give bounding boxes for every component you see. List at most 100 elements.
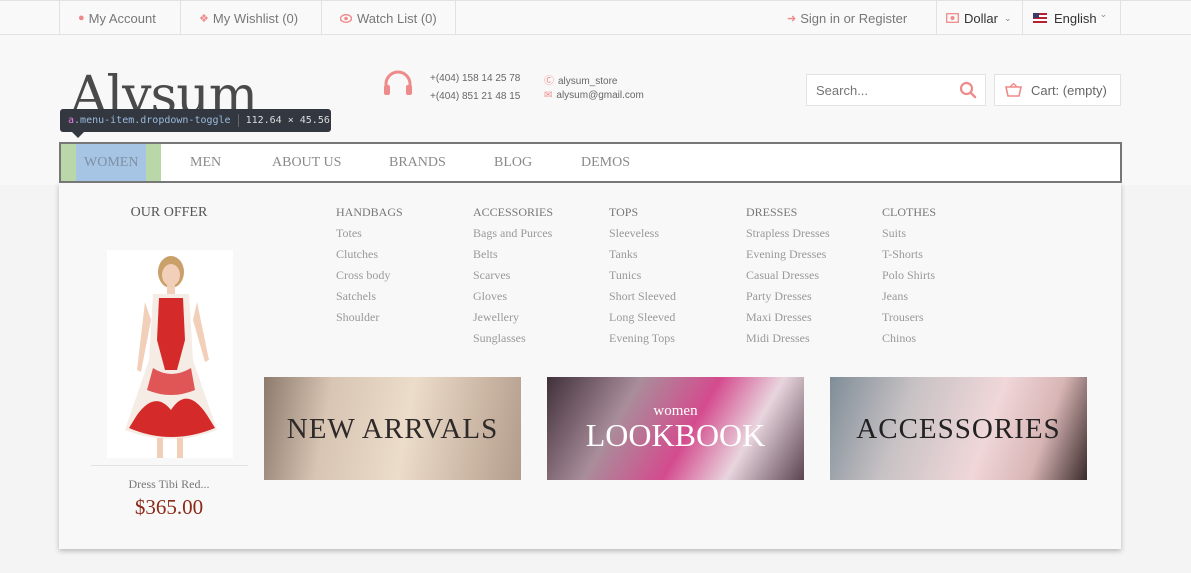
cart-button[interactable]: Cart: (empty) [994, 74, 1121, 106]
offer-title: OUR OFFER [130, 205, 208, 220]
menu-column-handbags: HANDBAGS Totes Clutches Cross body Satch… [336, 205, 403, 331]
wishlist-label: My Wishlist (0) [212, 10, 299, 26]
product-price: $365.00 [134, 495, 204, 519]
sign-in-label: Sign in or Register [800, 10, 908, 26]
menu-link[interactable]: Sleeveless [609, 226, 676, 247]
wishlist-link[interactable]: ❖ My Wishlist (0) [180, 1, 321, 35]
menu-link[interactable]: Short Sleeved [609, 289, 676, 310]
menu-link[interactable]: Strapless Dresses [746, 226, 830, 247]
currency-selector[interactable]: Dollar ⌄ [936, 1, 1022, 35]
chevron-down-icon: ⌄ [1003, 12, 1012, 23]
menu-item-label: WOMEN [84, 154, 139, 170]
column-title[interactable]: CLOTHES [882, 205, 936, 220]
skype-icon: Ⓒ [544, 76, 554, 87]
search-icon[interactable] [959, 81, 977, 99]
search-box [806, 74, 986, 106]
gift-icon: ❖ [199, 12, 209, 25]
menu-link[interactable]: Gloves [473, 289, 553, 310]
menu-link[interactable]: Satchels [336, 289, 403, 310]
chevron-down-icon: ⌄ [1099, 8, 1108, 19]
menu-link[interactable]: Belts [473, 247, 553, 268]
search-input[interactable] [807, 75, 947, 105]
menu-link[interactable]: Party Dresses [746, 289, 830, 310]
my-account-link[interactable]: ● My Account [59, 1, 180, 35]
banner-title: Accessories [856, 413, 1061, 445]
banner-new-arrivals[interactable]: New arrvals [264, 377, 521, 480]
headset-icon [384, 70, 412, 95]
main-menu: WOMEN MEN ABOUT US BRANDS BLOG DEMOS [59, 142, 1122, 183]
menu-link[interactable]: T-Shorts [882, 247, 936, 268]
user-icon: ● [78, 12, 85, 24]
watch-list-label: Watch List (0) [357, 10, 437, 26]
currency-label: Dollar [964, 10, 998, 26]
menu-item-about-us[interactable]: ABOUT US [272, 144, 341, 181]
sign-in-link[interactable]: ➜ Sign in or Register [787, 1, 907, 35]
mega-menu-dropdown: OUR OFFER Dress Tibi Red... $365.00 HAND… [59, 183, 1121, 549]
menu-column-clothes: CLOTHES Suits T-Shorts Polo Shirts Jeans… [882, 205, 936, 352]
top-bar: ● My Account ❖ My Wishlist (0) Watch Lis… [0, 0, 1191, 35]
column-title[interactable]: ACCESSORIES [473, 205, 553, 220]
banner-accessories[interactable]: Accessories [830, 377, 1087, 480]
menu-link[interactable]: Casual Dresses [746, 268, 830, 289]
menu-item-brands[interactable]: BRANDS [389, 144, 446, 181]
menu-link[interactable]: Maxi Dresses [746, 310, 830, 331]
tooltip-class: .menu-item.dropdown-toggle [74, 115, 231, 126]
money-icon [946, 13, 959, 23]
menu-link[interactable]: Bags and Purces [473, 226, 553, 247]
menu-link[interactable]: Tunics [609, 268, 676, 289]
menu-link[interactable]: Suits [882, 226, 936, 247]
basket-icon [1005, 83, 1022, 97]
banner-title: New arrvals [286, 413, 499, 445]
email-label: alysum@gmail.com [556, 90, 644, 101]
language-label: English [1054, 10, 1097, 26]
banner-title: Lookbook [585, 417, 766, 453]
menu-link[interactable]: Evening Dresses [746, 247, 830, 268]
phone-2: +(404) 851 21 48 15 [430, 91, 521, 102]
tooltip-size: 112.64 × 45.56 [245, 115, 330, 126]
menu-link[interactable]: Shoulder [336, 310, 403, 331]
product-image[interactable] [107, 250, 233, 458]
menu-column-dresses: DRESSES Strapless Dresses Evening Dresse… [746, 205, 830, 352]
menu-item-men[interactable]: MEN [190, 144, 221, 181]
menu-link[interactable]: Evening Tops [609, 331, 676, 352]
language-selector[interactable]: English ⌄ [1022, 1, 1121, 35]
menu-item-demos[interactable]: DEMOS [581, 144, 630, 181]
logo[interactable]: Alysum [70, 70, 257, 112]
menu-link[interactable]: Midi Dresses [746, 331, 830, 352]
menu-column-accessories: ACCESSORIES Bags and Purces Belts Scarve… [473, 205, 553, 352]
my-account-label: My Account [88, 10, 156, 26]
menu-link[interactable]: Long Sleeved [609, 310, 676, 331]
product-name[interactable]: Dress Tibi Red... [59, 477, 279, 492]
cart-label: Cart: (empty) [1031, 82, 1107, 98]
menu-link[interactable]: Sunglasses [473, 331, 553, 352]
sign-in-icon: ➜ [787, 12, 797, 25]
menu-column-tops: TOPS Sleeveless Tanks Tunics Short Sleev… [609, 205, 676, 352]
menu-link[interactable]: Polo Shirts [882, 268, 936, 289]
menu-link[interactable]: Totes [336, 226, 403, 247]
column-title[interactable]: TOPS [609, 205, 676, 220]
eye-icon [340, 13, 352, 23]
tooltip-divider [237, 114, 239, 127]
menu-link[interactable]: Chinos [882, 331, 936, 352]
divider [91, 465, 248, 466]
watch-list-link[interactable]: Watch List (0) [321, 1, 456, 35]
skype-contact[interactable]: Ⓒalysum_store [544, 72, 617, 87]
menu-link[interactable]: Cross body [336, 268, 403, 289]
column-title[interactable]: HANDBAGS [336, 205, 403, 220]
email-contact[interactable]: ✉ alysum@gmail.com [544, 90, 644, 101]
menu-link[interactable]: Clutches [336, 247, 403, 268]
column-title[interactable]: DRESSES [746, 205, 830, 220]
skype-label: alysum_store [558, 76, 618, 87]
menu-item-women[interactable]: WOMEN [61, 144, 161, 181]
menu-link[interactable]: Trousers [882, 310, 936, 331]
us-flag-icon [1033, 13, 1047, 23]
devtools-element-tooltip: a .menu-item.dropdown-toggle 112.64 × 45.… [60, 109, 331, 138]
banner-lookbook[interactable]: women Lookbook [547, 377, 804, 480]
menu-link[interactable]: Scarves [473, 268, 553, 289]
menu-link[interactable]: Jewellery [473, 310, 553, 331]
phone-1: +(404) 158 14 25 78 [430, 73, 521, 84]
menu-link[interactable]: Tanks [609, 247, 676, 268]
menu-link[interactable]: Jeans [882, 289, 936, 310]
envelope-icon: ✉ [544, 90, 553, 101]
menu-item-blog[interactable]: BLOG [494, 144, 532, 181]
